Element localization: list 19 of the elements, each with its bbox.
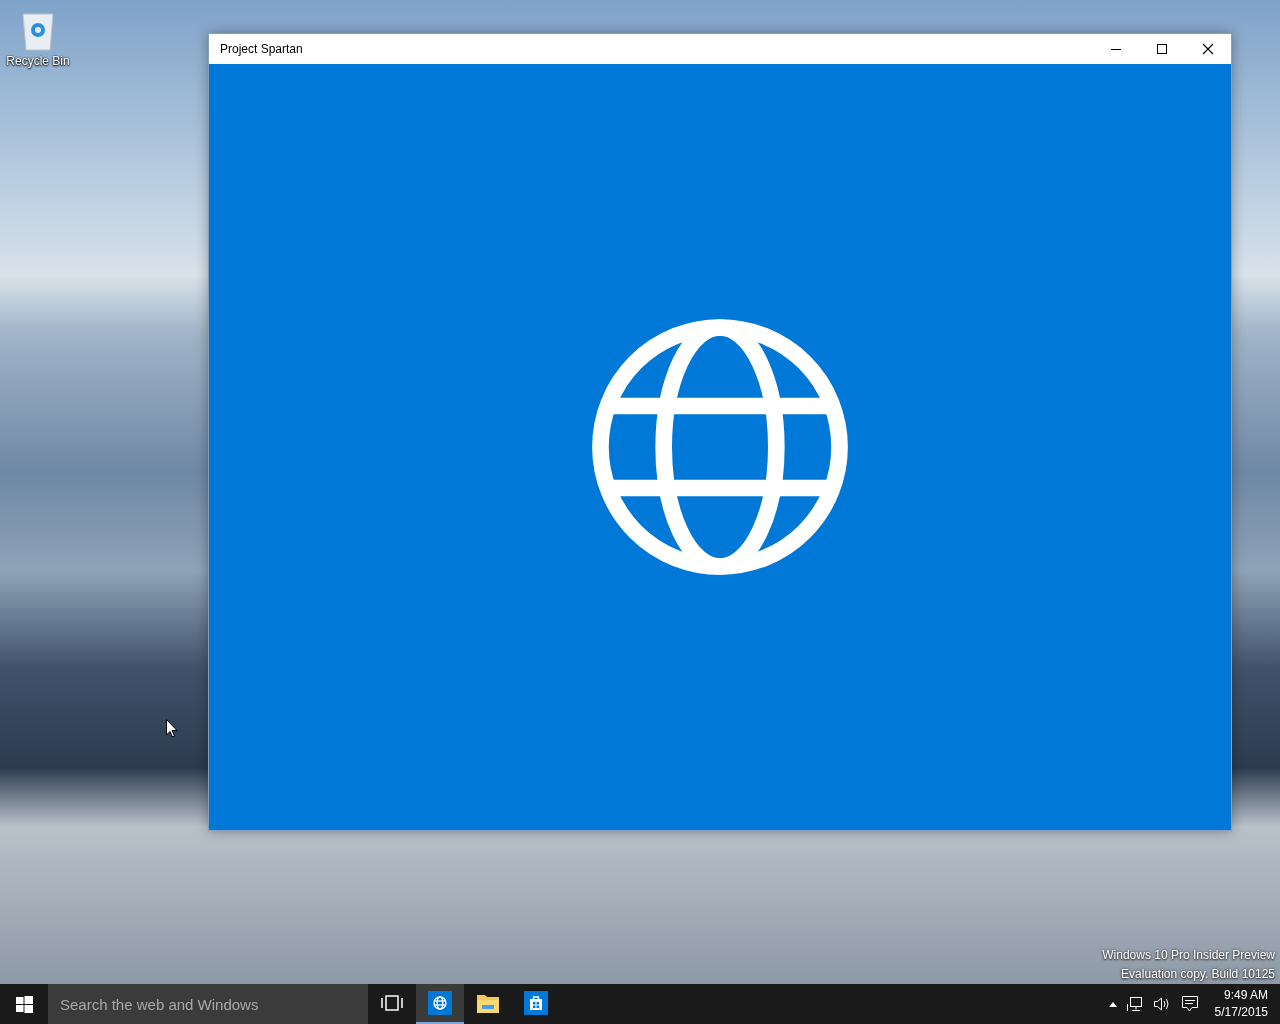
maximize-icon (1156, 43, 1168, 55)
window-title: Project Spartan (219, 42, 304, 56)
speaker-icon[interactable] (1152, 996, 1171, 1012)
close-icon (1202, 43, 1214, 55)
shopping-bag-icon (524, 991, 548, 1015)
pointer-icon (166, 719, 178, 738)
taskbar-app-button[interactable] (416, 984, 464, 1024)
globe-icon (592, 319, 848, 575)
notification-icon[interactable] (1180, 995, 1199, 1013)
network-icon[interactable] (1126, 996, 1143, 1012)
folder-icon (476, 992, 500, 1014)
globe-icon (428, 991, 452, 1015)
windows-logo-icon (15, 995, 33, 1013)
clock[interactable]: 9:49 AM 5/17/2015 (1208, 987, 1268, 1021)
evaluation-notice: Windows 10 Pro Insider Preview (1102, 947, 1275, 964)
evaluation-notice: Evaluation copy. Build 10125 (1121, 966, 1275, 983)
task-view-icon (381, 995, 403, 1011)
search-field[interactable]: Search the web and Windows (48, 984, 368, 1024)
show-hidden-icons-button[interactable] (1108, 1001, 1117, 1007)
